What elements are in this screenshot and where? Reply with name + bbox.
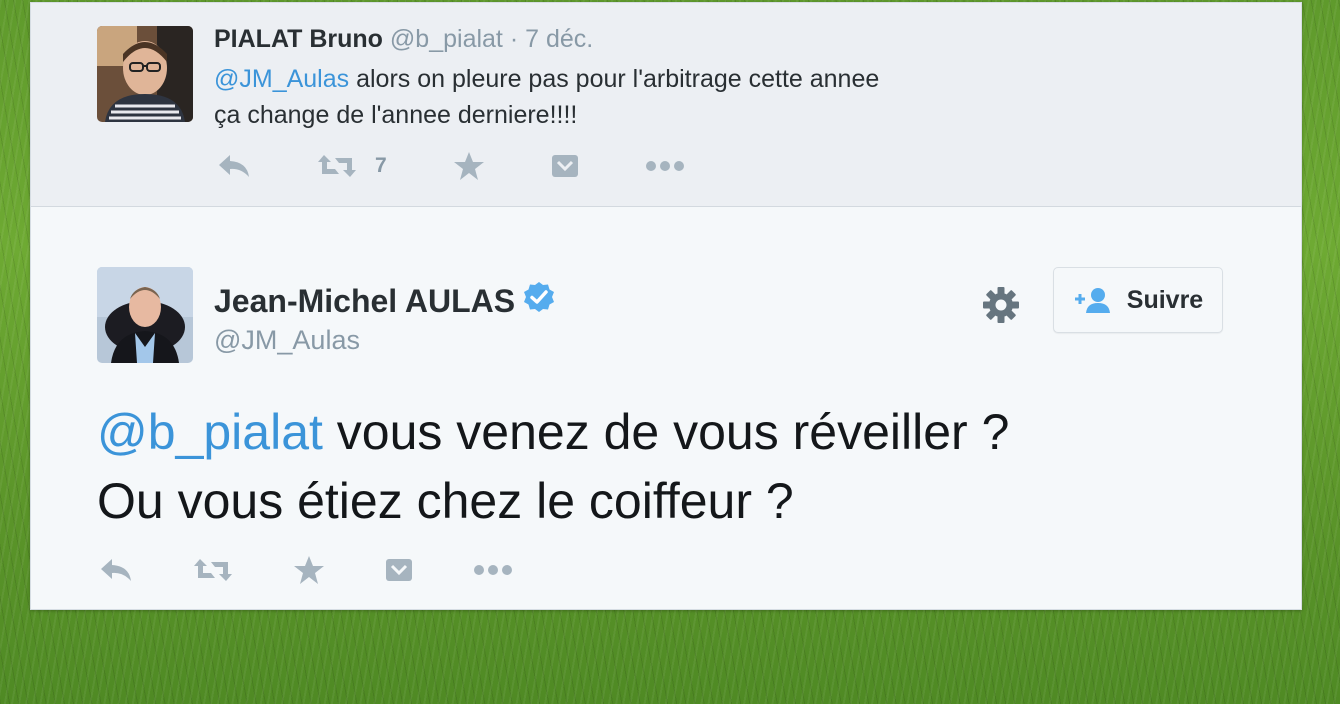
- retweet-button[interactable]: [193, 555, 233, 585]
- retweet-icon: [194, 559, 232, 581]
- follow-label: Suivre: [1126, 285, 1204, 314]
- mention-link[interactable]: @b_pialat: [97, 404, 323, 460]
- reply-icon: [219, 155, 249, 177]
- retweet-icon: [318, 155, 356, 177]
- verified-badge-icon: [523, 281, 555, 321]
- more-icon: [645, 161, 684, 171]
- reply-icon: [101, 559, 131, 581]
- author-handle[interactable]: @JM_Aulas: [214, 325, 360, 356]
- parent-tweet[interactable]: PIALAT Bruno @b_pialat · 7 déc. @JM_Aula…: [31, 3, 1301, 207]
- retweet-button[interactable]: 7: [317, 151, 387, 181]
- favorite-icon: [453, 152, 484, 180]
- reply-button[interactable]: [217, 151, 251, 181]
- more-button[interactable]: [645, 151, 685, 181]
- pocket-icon: [551, 155, 578, 177]
- pocket-button[interactable]: [551, 151, 579, 181]
- favorite-icon: [294, 556, 324, 584]
- tweet-text-line: Ou vous étiez chez le coiffeur ?: [97, 473, 794, 529]
- tweet-actions: 7: [217, 151, 751, 181]
- favorite-button[interactable]: [453, 151, 485, 181]
- follow-button[interactable]: Suivre: [1053, 267, 1223, 333]
- tweet-text: @JM_Aulas alors on pleure pas pour l'arb…: [214, 61, 879, 133]
- pocket-icon: [386, 559, 412, 581]
- more-icon: [474, 565, 512, 575]
- author-handle[interactable]: @b_pialat: [390, 25, 503, 53]
- author-name-row: Jean-Michel AULAS: [214, 281, 555, 321]
- retweet-count: 7: [375, 154, 387, 177]
- gear-icon: [983, 287, 1019, 323]
- tweet-text-line: ça change de l'annee derniere!!!!: [214, 101, 578, 129]
- separator: ·: [509, 25, 519, 53]
- tweet-actions: [99, 555, 573, 585]
- reply-button[interactable]: [99, 555, 133, 585]
- avatar[interactable]: [97, 267, 193, 363]
- tweet-text-line: vous venez de vous réveiller ?: [322, 404, 1010, 460]
- tweet-card: PIALAT Bruno @b_pialat · 7 déc. @JM_Aula…: [30, 2, 1302, 610]
- author-name[interactable]: Jean-Michel AULAS: [214, 283, 515, 320]
- tweet-header: PIALAT Bruno @b_pialat · 7 déc.: [214, 25, 593, 54]
- mention-link[interactable]: @JM_Aulas: [214, 65, 349, 93]
- more-button[interactable]: [473, 555, 513, 585]
- gear-button[interactable]: [981, 285, 1021, 330]
- avatar[interactable]: [97, 26, 193, 122]
- favorite-button[interactable]: [293, 555, 325, 585]
- add-user-icon: [1074, 288, 1110, 313]
- tweet-text: @b_pialat vous venez de vous réveiller ?…: [97, 398, 1009, 536]
- author-name[interactable]: PIALAT Bruno: [214, 25, 383, 53]
- tweet-date[interactable]: 7 déc.: [525, 25, 593, 53]
- pocket-button[interactable]: [385, 555, 413, 585]
- tweet-text-line: alors on pleure pas pour l'arbitrage cet…: [349, 65, 880, 93]
